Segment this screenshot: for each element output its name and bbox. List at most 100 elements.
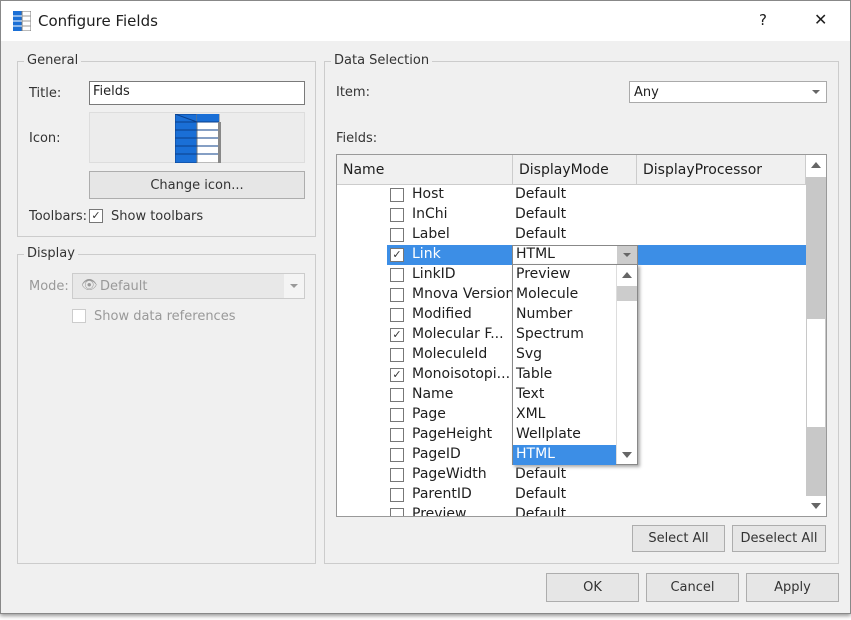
field-displaymode[interactable]: Default	[515, 206, 566, 222]
field-checkbox[interactable]: ✓	[390, 248, 404, 262]
field-checkbox[interactable]: ✓	[390, 328, 404, 342]
field-name: Page	[412, 406, 446, 422]
field-name: Label	[412, 226, 450, 242]
show-refs-checkbox[interactable]	[72, 309, 86, 323]
field-checkbox[interactable]	[390, 268, 404, 282]
field-displaymode[interactable]: Default	[515, 226, 566, 242]
table-row[interactable]: Host Default	[337, 185, 806, 205]
item-select[interactable]: Any	[629, 81, 827, 103]
title-bar: Configure Fields ? ✕	[1, 1, 850, 41]
scroll-down-icon[interactable]	[622, 452, 632, 458]
field-name: PageID	[412, 446, 461, 462]
show-toolbars-checkbox[interactable]: ✓	[89, 209, 103, 223]
chevron-down-icon	[290, 284, 298, 288]
field-name: MoleculeId	[412, 346, 488, 362]
field-name: ParentID	[412, 486, 472, 502]
dropdown-option[interactable]: Wellplate	[513, 425, 616, 445]
field-checkbox[interactable]	[390, 208, 404, 222]
title-input[interactable]: Fields	[89, 81, 305, 105]
displaymode-value: HTML	[516, 246, 555, 262]
field-name: Host	[412, 186, 444, 202]
table-row[interactable]: Label Default	[337, 225, 806, 245]
scroll-up-icon[interactable]	[622, 272, 632, 278]
table-app-icon	[13, 11, 31, 31]
table-row[interactable]: PageWidth Default	[337, 465, 806, 485]
display-legend: Display	[24, 246, 78, 261]
field-checkbox[interactable]	[390, 188, 404, 202]
field-checkbox[interactable]	[390, 428, 404, 442]
cancel-button[interactable]: Cancel	[646, 573, 739, 602]
field-checkbox[interactable]	[390, 348, 404, 362]
window-title: Configure Fields	[38, 12, 158, 30]
dropdown-scrollbar[interactable]	[616, 265, 637, 464]
field-checkbox[interactable]	[390, 228, 404, 242]
toolbars-label: Toolbars:	[29, 209, 87, 224]
field-name: Monoisotopi...	[412, 366, 511, 382]
show-toolbars-label: Show toolbars	[111, 209, 204, 224]
field-name: PageWidth	[412, 466, 487, 482]
item-label: Item:	[336, 85, 370, 100]
field-displaymode[interactable]: Default	[515, 466, 566, 482]
dropdown-option[interactable]: Text	[513, 385, 616, 405]
column-header-name[interactable]: Name	[337, 155, 513, 185]
field-checkbox[interactable]	[390, 308, 404, 322]
item-value: Any	[634, 85, 659, 100]
field-name: Mnova Version	[412, 286, 515, 302]
dropdown-option[interactable]: HTML	[513, 445, 616, 465]
field-checkbox[interactable]: ✓	[390, 368, 404, 382]
field-checkbox[interactable]	[390, 508, 404, 516]
change-icon-button[interactable]: Change icon...	[89, 171, 305, 199]
field-checkbox[interactable]	[390, 468, 404, 482]
field-checkbox[interactable]	[390, 448, 404, 462]
show-refs-label: Show data references	[94, 309, 236, 324]
scroll-down-icon[interactable]	[811, 503, 821, 509]
dropdown-option[interactable]: Preview	[513, 265, 616, 285]
mode-label: Mode:	[29, 279, 69, 294]
chevron-down-icon	[812, 90, 820, 94]
display-group: Display	[17, 246, 316, 564]
help-button[interactable]: ?	[759, 11, 767, 29]
displaymode-combo[interactable]: HTML	[512, 245, 638, 265]
field-checkbox[interactable]	[390, 388, 404, 402]
vertical-scrollbar[interactable]	[806, 155, 826, 516]
eye-icon: 👁	[81, 278, 98, 293]
field-displaymode[interactable]: Default	[515, 486, 566, 502]
deselect-all-button[interactable]: Deselect All	[732, 525, 826, 552]
table-icon	[175, 114, 221, 163]
apply-button[interactable]: Apply	[746, 573, 839, 602]
scroll-up-icon[interactable]	[811, 162, 821, 168]
title-label: Title:	[29, 86, 62, 101]
mode-value: Default	[100, 279, 148, 294]
select-all-button[interactable]: Select All	[632, 525, 725, 552]
dropdown-scrollbar-thumb[interactable]	[617, 286, 637, 301]
field-displaymode[interactable]: Default	[515, 186, 566, 202]
field-name: Molecular F...	[412, 326, 504, 342]
general-legend: General	[24, 53, 82, 68]
ok-button[interactable]: OK	[546, 573, 639, 602]
dropdown-option[interactable]: XML	[513, 405, 616, 425]
displaymode-dropdown: Preview Molecule Number Spectrum Svg Table Tex…	[512, 264, 638, 465]
table-row[interactable]: Preview Default	[337, 505, 806, 517]
field-checkbox[interactable]	[390, 488, 404, 502]
field-name: Name	[412, 386, 454, 402]
field-name: Preview	[412, 506, 467, 517]
dropdown-option[interactable]: Number	[513, 305, 616, 325]
icon-preview	[89, 112, 305, 163]
dropdown-option[interactable]: Molecule	[513, 285, 616, 305]
scrollbar-thumb[interactable]	[807, 319, 825, 427]
dropdown-option[interactable]: Svg	[513, 345, 616, 365]
field-checkbox[interactable]	[390, 288, 404, 302]
table-row[interactable]: ParentID Default	[337, 485, 806, 505]
dropdown-option[interactable]: Table	[513, 365, 616, 385]
field-name: LinkID	[412, 266, 456, 282]
mode-select[interactable]: 👁 Default	[72, 273, 305, 299]
field-name: Modified	[412, 306, 472, 322]
table-row[interactable]: InChi Default	[337, 205, 806, 225]
column-header-displayprocessor[interactable]: DisplayProcessor	[637, 155, 806, 185]
close-button[interactable]: ✕	[814, 10, 827, 29]
field-checkbox[interactable]	[390, 408, 404, 422]
dropdown-option[interactable]: Spectrum	[513, 325, 616, 345]
column-header-displaymode[interactable]: DisplayMode	[513, 155, 637, 185]
field-displaymode[interactable]: Default	[515, 506, 566, 516]
fields-label: Fields:	[336, 131, 378, 146]
